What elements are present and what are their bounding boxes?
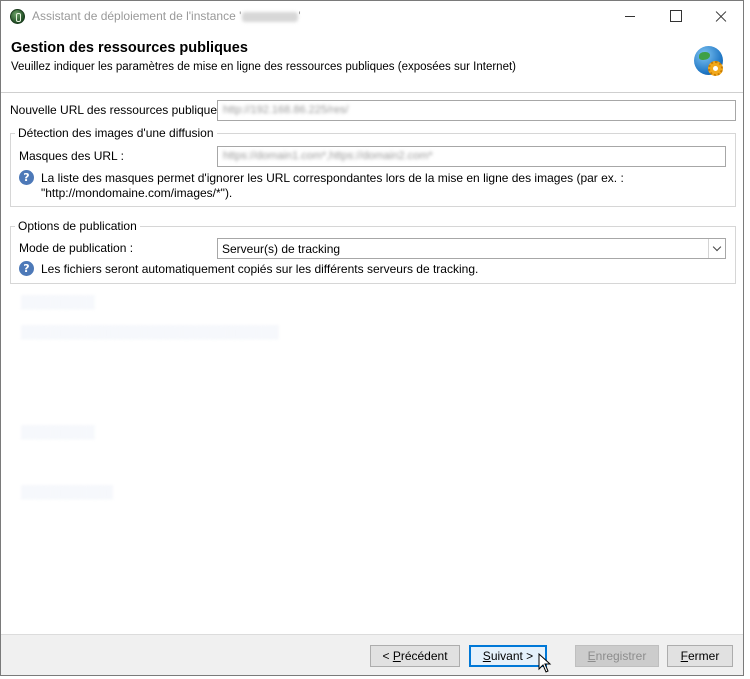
next-label-mnemonic: S — [482, 649, 491, 663]
help-icon: ? — [19, 170, 34, 185]
page-subtitle: Veuillez indiquer les paramètres de mise… — [11, 61, 516, 73]
window-title-suffix: ' — [298, 9, 301, 23]
wizard-header: Gestion des ressources publiques Veuille… — [1, 31, 743, 93]
masks-help-line2: "http://mondomaine.com/images/*"). — [41, 186, 233, 200]
app-icon — [10, 9, 25, 24]
page-title: Gestion des ressources publiques — [11, 40, 248, 56]
ghost-text: ▒▒▒▒▒▒▒▒ — [21, 424, 95, 439]
gear-icon — [708, 61, 723, 76]
title-bar: Assistant de déploiement de l'instance '… — [1, 1, 743, 31]
window-title-prefix: Assistant de déploiement de l'instance ' — [32, 9, 242, 23]
public-url-label: Nouvelle URL des ressources publiques : — [10, 103, 230, 117]
minimize-button[interactable] — [606, 1, 652, 31]
wizard-content: ▒▒▒▒▒▒▒▒ ▒▒▒▒▒▒▒▒▒▒▒▒▒▒▒▒▒▒▒▒▒▒▒▒▒▒▒▒ ▒▒… — [1, 94, 743, 634]
image-detection-legend: Détection des images d'une diffusion — [15, 126, 217, 140]
close-label-b: ermer — [688, 649, 720, 663]
url-masks-value: https://domain1.com*,https://domain2.com… — [223, 150, 433, 162]
close-button[interactable]: Fermer — [667, 645, 733, 667]
window-title: Assistant de déploiement de l'instance '… — [32, 9, 301, 23]
ghost-text: ▒▒▒▒▒▒▒▒▒▒ — [21, 484, 114, 499]
previous-label-b: récédent — [400, 649, 448, 663]
ghost-text: ▒▒▒▒▒▒▒▒▒▒▒▒▒▒▒▒▒▒▒▒▒▒▒▒▒▒▒▒ — [21, 324, 279, 339]
previous-label-mnemonic: P — [392, 649, 401, 663]
previous-label-a: < — [382, 649, 393, 663]
url-masks-label: Masques des URL : — [19, 149, 124, 163]
url-masks-input[interactable]: https://domain1.com*,https://domain2.com… — [217, 146, 726, 167]
mouse-cursor-icon — [538, 653, 552, 673]
publication-options-legend: Options de publication — [15, 219, 140, 233]
masks-help-line1: La liste des masques permet d'ignorer le… — [41, 171, 624, 185]
close-window-button[interactable] — [698, 1, 744, 31]
maximize-button[interactable] — [652, 1, 698, 31]
chevron-down-icon[interactable] — [708, 239, 725, 258]
next-button[interactable]: Suivant > — [469, 645, 547, 667]
instance-name-redacted — [242, 11, 299, 22]
publication-mode-select[interactable]: Serveur(s) de tracking — [217, 238, 726, 259]
next-label-b: uivant > — [490, 649, 534, 663]
publication-mode-value: Serveur(s) de tracking — [222, 242, 341, 256]
ghost-text: ▒▒▒▒▒▒▒▒ — [21, 294, 95, 309]
deployment-wizard-window: Assistant de déploiement de l'instance '… — [0, 0, 744, 676]
close-label-mnemonic: F — [680, 649, 688, 663]
wizard-footer: < Précédent Suivant > Enregistrer Fermer — [1, 634, 743, 675]
publication-mode-label: Mode de publication : — [19, 241, 134, 255]
publication-help-text: Les fichiers seront automatiquement copi… — [41, 262, 479, 276]
public-url-value: http://192.168.86.225/res/ — [223, 104, 349, 116]
save-button[interactable]: Enregistrer — [575, 645, 659, 667]
save-label-b: nregistrer — [595, 649, 647, 663]
save-label-mnemonic: E — [587, 649, 596, 663]
public-url-input[interactable]: http://192.168.86.225/res/ — [217, 100, 736, 121]
previous-button[interactable]: < Précédent — [370, 645, 460, 667]
help-icon: ? — [19, 261, 34, 276]
